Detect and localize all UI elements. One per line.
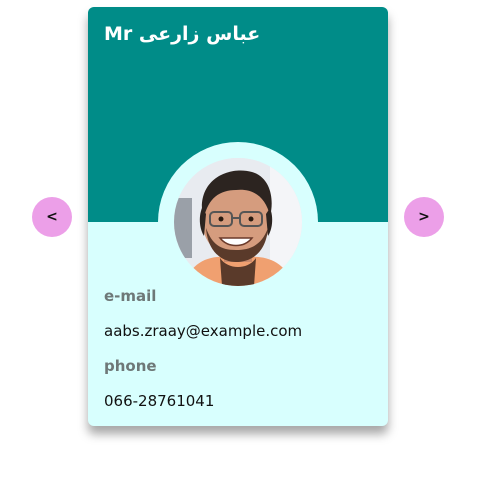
next-button[interactable]: >	[404, 197, 444, 237]
avatar-ring	[158, 142, 318, 302]
profile-card: Mr عباس زارعی e-mail aabs.zraay@example.…	[88, 7, 388, 426]
profile-name: Mr عباس زارعی	[104, 23, 261, 45]
email-label: e-mail	[104, 287, 157, 305]
chevron-left-icon: <	[46, 209, 58, 225]
carousel: < Mr عباس زارعی e-mail aabs.zraay@exampl…	[0, 0, 491, 486]
phone-value: 066-28761041	[104, 392, 215, 410]
chevron-right-icon: >	[418, 209, 430, 225]
avatar-photo	[174, 158, 302, 286]
previous-button[interactable]: <	[32, 197, 72, 237]
email-value: aabs.zraay@example.com	[104, 322, 303, 340]
avatar	[174, 158, 302, 286]
phone-label: phone	[104, 357, 157, 375]
